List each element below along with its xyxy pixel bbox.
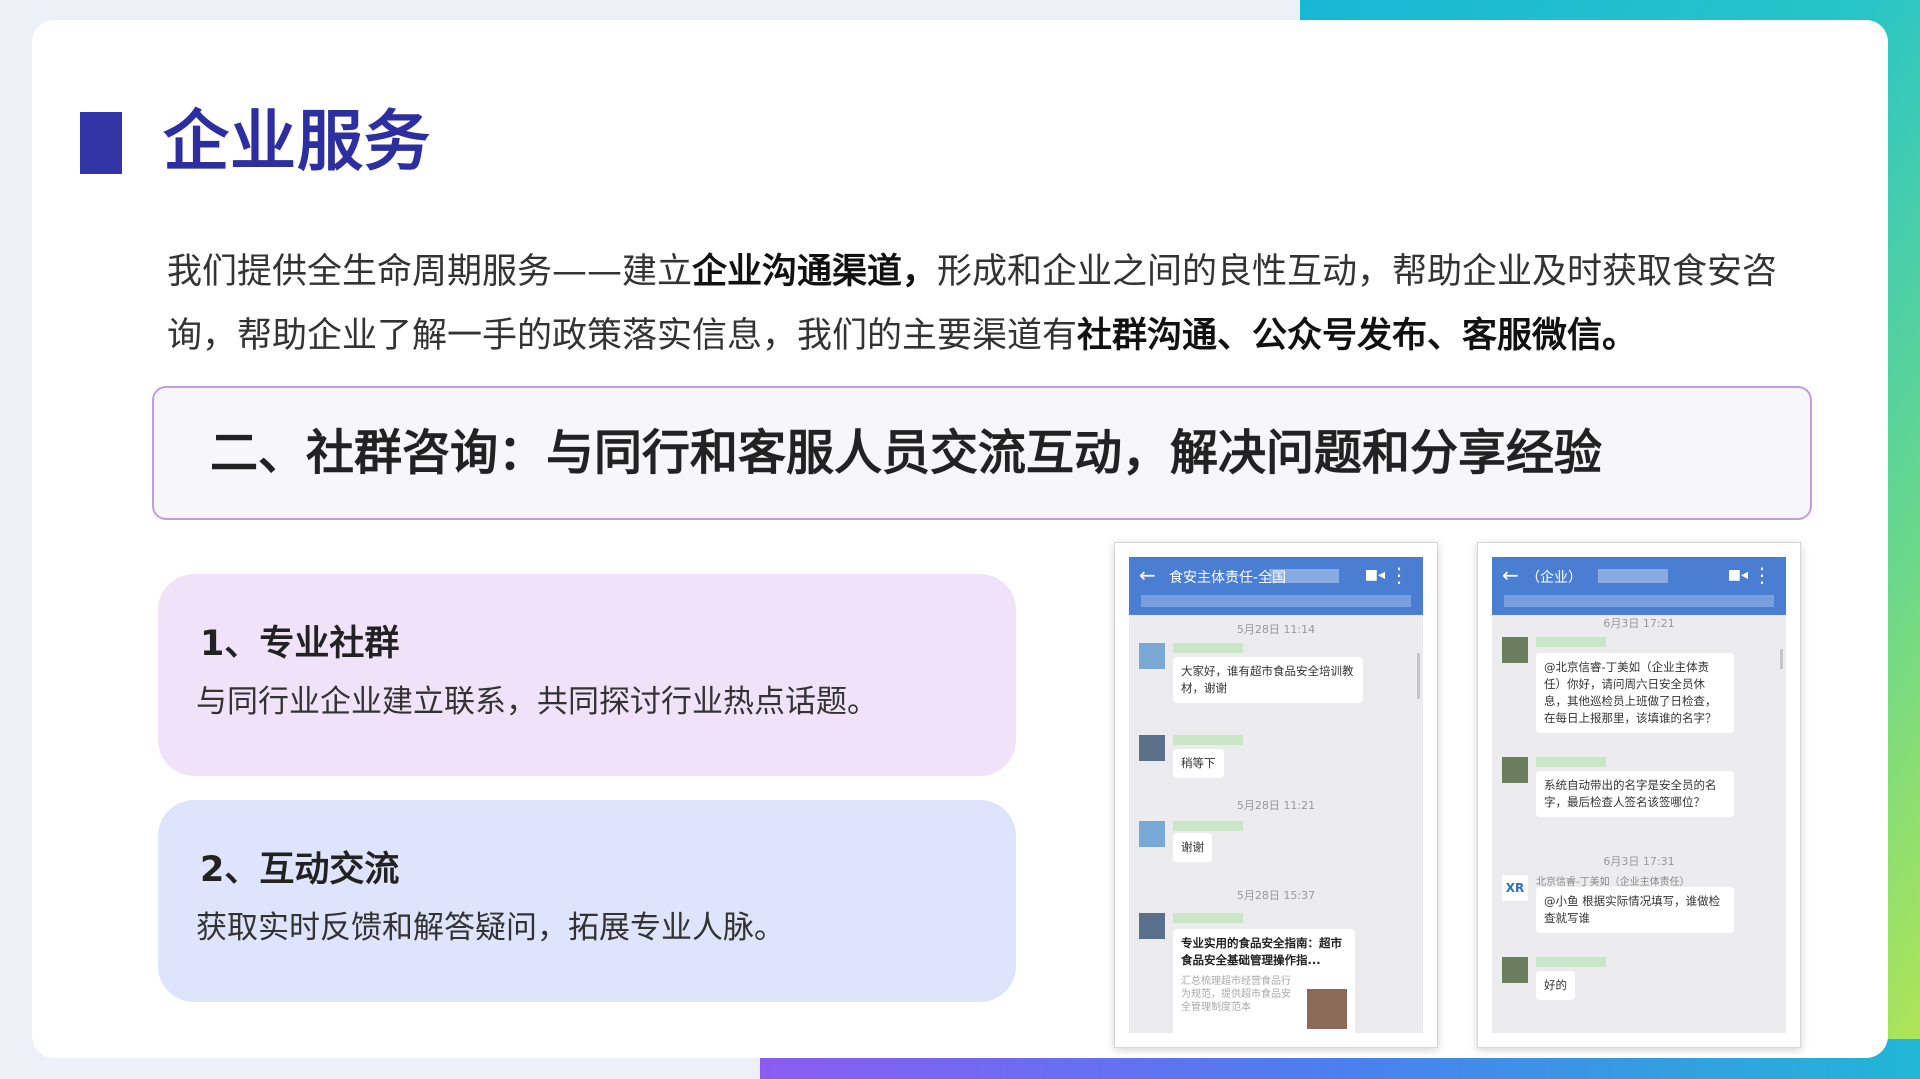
blurred-nickname [1173, 735, 1243, 745]
arrow-left-icon: ← [1502, 563, 1519, 587]
chat-bubble: @小鱼 根据实际情况填写，谁做检查就写谁 [1536, 887, 1734, 933]
company-logo-avatar: XR [1502, 875, 1528, 901]
chat-bubble: 谢谢 [1173, 833, 1212, 862]
feature-description: 获取实时反馈和解答疑问，拓展专业人脉。 [196, 910, 785, 946]
chat-bubble: 好的 [1536, 971, 1575, 1000]
video-call-icon: ■◂ [1727, 567, 1748, 583]
video-call-icon: ■◂ [1364, 567, 1385, 583]
shared-link-title: 专业实用的食品安全指南：超市食品安全基础管理操作指... [1181, 936, 1342, 967]
blurred-text [1141, 595, 1411, 607]
chat-bubble: @北京信睿-丁美如（企业主体责任）你好，请问周六日安全员休息，其他巡检员上班做了… [1536, 653, 1734, 733]
blurred-text [1269, 569, 1339, 583]
more-vertical-icon: ⋮ [1752, 563, 1772, 587]
chat-bubble: 稍等下 [1173, 749, 1224, 778]
blurred-nickname [1173, 643, 1243, 653]
feature-title: 1、专业社群 [200, 624, 400, 664]
avatar [1139, 913, 1165, 939]
intro-text-1: 我们提供全生命周期服务——建立 [167, 252, 693, 292]
shared-link-summary: 汇总梳理超市经营食品行为规范，提供超市食品安全管理制度范本 [1181, 976, 1291, 1013]
arrow-left-icon: ← [1139, 563, 1156, 587]
chat-screen: ← 食安主体责任-全国 ■◂ ⋮ 5月28日 11:14 大家好，谁有超市食品安… [1129, 557, 1423, 1033]
intro-bold-1: 企业沟通渠道， [692, 252, 938, 292]
feature-card-professional-community: 1、专业社群 与同行业企业建立联系，共同探讨行业热点话题。 [158, 574, 1016, 776]
shared-link-card: 专业实用的食品安全指南：超市食品安全基础管理操作指... 汇总梳理超市经营食品行… [1173, 929, 1355, 1033]
sender-name: 北京信睿-丁美如（企业主体责任） [1536, 877, 1690, 888]
section-banner: 二、社群咨询：与同行和客服人员交流互动，解决问题和分享经验 [152, 386, 1812, 520]
chat-timestamp: 6月3日 17:31 [1603, 855, 1675, 868]
blurred-text [1504, 595, 1774, 607]
blurred-nickname [1536, 957, 1606, 967]
chat-timestamp: 5月28日 11:14 [1236, 623, 1316, 636]
intro-bold-2: 社群沟通、公众号发布、客服微信。 [1077, 316, 1638, 356]
scrollbar [1780, 649, 1783, 669]
chat-group-name: （企业） [1526, 570, 1582, 586]
chat-screenshot-2: ← （企业） ■◂ ⋮ 6月3日 17:21 @北京信睿-丁美如（企业主体责任）… [1477, 542, 1801, 1048]
more-vertical-icon: ⋮ [1389, 563, 1409, 587]
intro-paragraph: 我们提供全生命周期服务——建立企业沟通渠道，形成和企业之间的良性互动，帮助企业及… [167, 240, 1807, 368]
chat-bubble: 大家好，谁有超市食品安全培训教材，谢谢 [1173, 657, 1363, 703]
section-title: 二、社群咨询：与同行和客服人员交流互动，解决问题和分享经验 [210, 425, 1603, 481]
avatar [1502, 957, 1528, 983]
link-thumbnail [1307, 989, 1347, 1029]
chat-timestamp: 5月28日 15:37 [1236, 889, 1316, 902]
title-accent-bar [80, 112, 122, 174]
scrollbar [1417, 653, 1420, 699]
blurred-nickname [1536, 757, 1606, 767]
feature-title: 2、互动交流 [200, 850, 400, 890]
chat-bubble: 系统自动带出的名字是安全员的名字，最后检查人签名该签哪位？ [1536, 771, 1734, 817]
blurred-nickname [1173, 821, 1243, 831]
chat-timestamp: 6月3日 17:21 [1603, 617, 1675, 630]
avatar [1502, 757, 1528, 783]
avatar [1139, 643, 1165, 669]
chat-timestamp: 5月28日 11:21 [1236, 799, 1316, 812]
feature-card-interaction: 2、互动交流 获取实时反馈和解答疑问，拓展专业人脉。 [158, 800, 1016, 1002]
avatar [1139, 821, 1165, 847]
avatar [1502, 637, 1528, 663]
chat-screen: ← （企业） ■◂ ⋮ 6月3日 17:21 @北京信睿-丁美如（企业主体责任）… [1492, 557, 1786, 1033]
feature-description: 与同行业企业建立联系，共同探讨行业热点话题。 [196, 684, 878, 720]
chat-screenshot-1: ← 食安主体责任-全国 ■◂ ⋮ 5月28日 11:14 大家好，谁有超市食品安… [1114, 542, 1438, 1048]
blurred-nickname [1173, 913, 1243, 923]
chat-header: ← （企业） ■◂ ⋮ [1492, 557, 1786, 615]
chat-header: ← 食安主体责任-全国 ■◂ ⋮ [1129, 557, 1423, 615]
page-title: 企业服务 [163, 103, 431, 180]
blurred-nickname [1536, 637, 1606, 647]
blurred-text [1598, 569, 1668, 583]
avatar [1139, 735, 1165, 761]
